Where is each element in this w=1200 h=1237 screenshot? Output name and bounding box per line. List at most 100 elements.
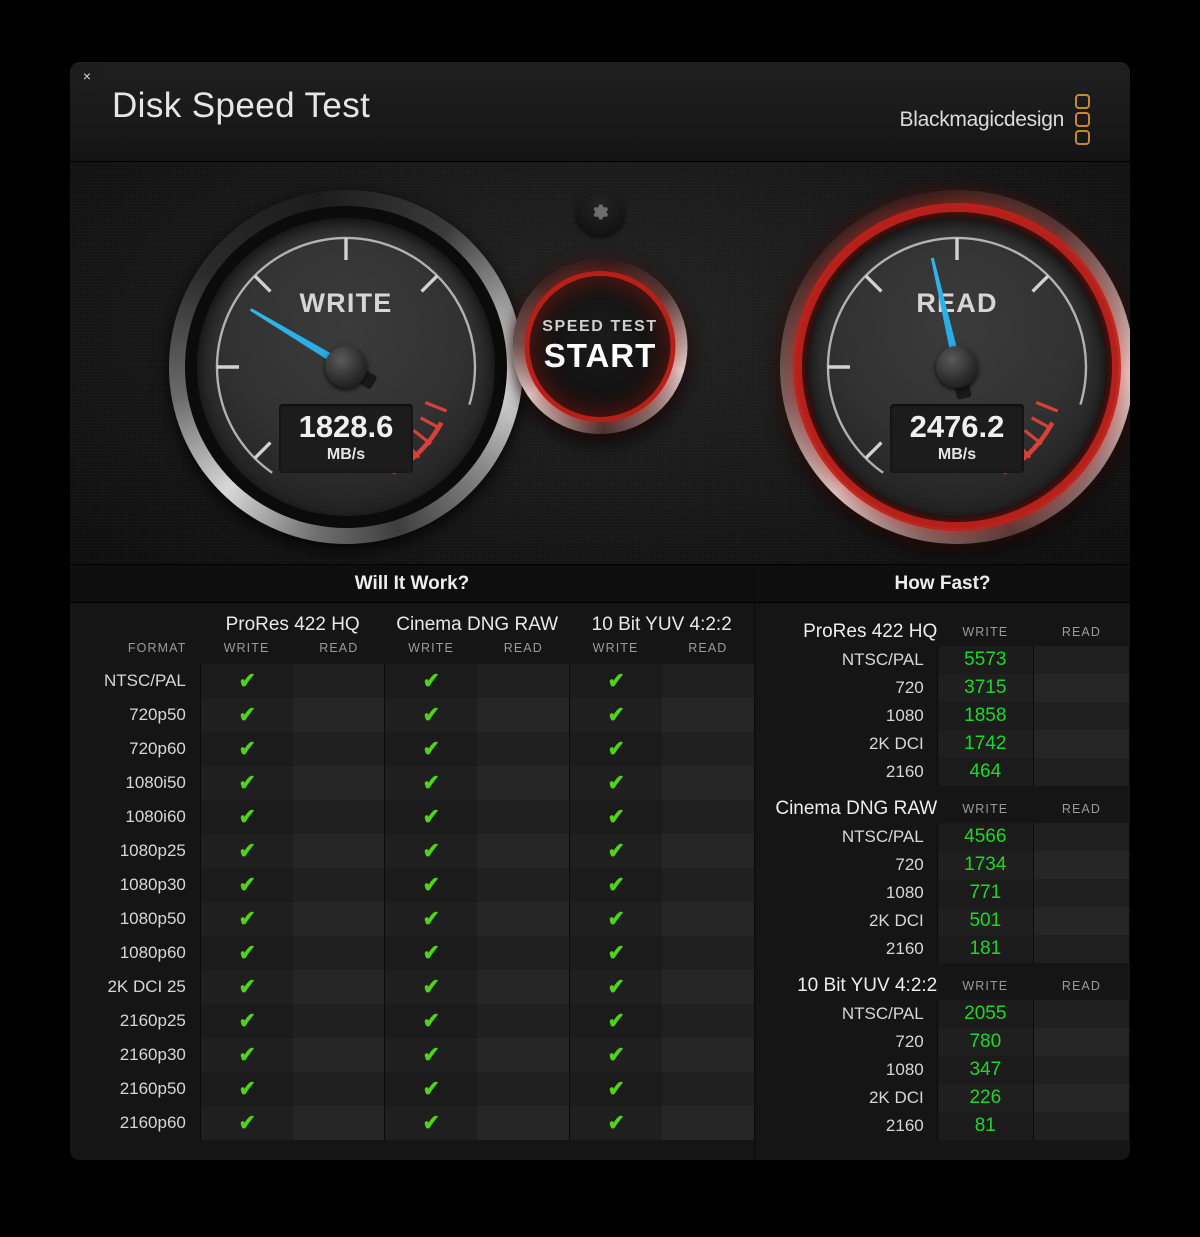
will-it-work-body: NTSC/PAL ✔ ✔ ✔ 720p50 ✔ ✔ ✔ 720p60 ✔ ✔ ✔ 1080i50 ✔ ✔ ✔ 1… xyxy=(70,664,754,1140)
write-fps-value: 5573 xyxy=(936,646,1034,674)
format-label: 1080i60 xyxy=(125,807,186,826)
write-support-cell: ✔ xyxy=(384,936,478,970)
table-row: 2160p60 ✔ ✔ ✔ xyxy=(70,1106,754,1140)
settings-button[interactable] xyxy=(576,188,624,236)
read-support-cell xyxy=(477,868,570,902)
write-support-cell: ✔ xyxy=(568,936,662,970)
format-label: 2160p25 xyxy=(119,1011,186,1030)
write-support-cell: ✔ xyxy=(384,1004,478,1038)
subheader-row: FORMAT WRITE READ WRITE READ WRITE READ xyxy=(70,637,754,664)
start-button-ring: SPEED TEST START xyxy=(524,271,676,422)
check-icon: ✔ xyxy=(607,837,625,863)
blackmagic-mark-icon xyxy=(1075,94,1090,145)
write-support-cell: ✔ xyxy=(568,800,662,834)
write-support-cell: ✔ xyxy=(384,970,478,1004)
read-needle-hub xyxy=(936,346,978,388)
write-support-cell: ✔ xyxy=(384,868,478,902)
write-support-cell: ✔ xyxy=(568,834,662,868)
check-icon: ✔ xyxy=(422,871,440,897)
check-icon: ✔ xyxy=(238,769,256,795)
table-row: 2160p25 ✔ ✔ ✔ xyxy=(70,1004,754,1038)
start-button-caption: SPEED TEST xyxy=(542,318,658,335)
read-support-cell xyxy=(661,664,754,698)
check-icon: ✔ xyxy=(422,973,440,999)
check-icon: ✔ xyxy=(238,905,256,931)
read-support-cell xyxy=(661,1106,754,1140)
write-fps-value: 771 xyxy=(936,879,1034,907)
check-icon: ✔ xyxy=(238,871,256,897)
group-write-header: WRITE xyxy=(962,802,1009,816)
gauge-deck: WRITE 1828.6 MB/s SPEED TEST START READ … xyxy=(70,162,1130,565)
table-row: 2160 464 xyxy=(755,758,1130,786)
check-icon: ✔ xyxy=(607,871,625,897)
will-it-work-panel: Will It Work? ProRes 422 HQ Cinema DNG R… xyxy=(70,565,754,1159)
group-read-header: READ xyxy=(1061,979,1101,993)
write-support-cell: ✔ xyxy=(199,732,293,766)
write-fps-value: 4566 xyxy=(936,823,1034,851)
read-fps-value xyxy=(1032,758,1130,786)
write-support-cell: ✔ xyxy=(568,1106,662,1140)
table-row: 720 3715 xyxy=(755,674,1130,702)
read-fps-value xyxy=(1032,1112,1130,1140)
how-fast-body: ProRes 422 HQ WRITE READ NTSC/PAL 5573 720 371… xyxy=(755,609,1130,1140)
check-icon: ✔ xyxy=(422,837,440,863)
table-row: 2K DCI 226 xyxy=(755,1084,1130,1112)
write-gauge-label: WRITE xyxy=(299,288,393,318)
read-support-cell xyxy=(661,834,754,868)
check-icon: ✔ xyxy=(238,973,256,999)
table-row: 2K DCI 1742 xyxy=(755,730,1130,758)
format-column-header: FORMAT xyxy=(127,641,187,655)
write-support-cell: ✔ xyxy=(384,698,478,732)
write-support-cell: ✔ xyxy=(568,1072,662,1106)
write-fps-value: 1742 xyxy=(936,730,1034,758)
resolution-label: 1080 xyxy=(885,706,924,725)
gear-icon xyxy=(593,204,609,220)
write-fps-value: 2055 xyxy=(936,1000,1034,1028)
resolution-label: 2160 xyxy=(885,1116,924,1135)
close-window-button[interactable]: × xyxy=(72,62,102,90)
check-icon: ✔ xyxy=(238,667,256,693)
write-support-cell: ✔ xyxy=(384,834,478,868)
read-support-cell xyxy=(292,868,385,902)
read-support-cell xyxy=(292,732,385,766)
read-support-cell xyxy=(477,1106,570,1140)
read-fps-value xyxy=(1032,907,1130,935)
table-row: 720p60 ✔ ✔ ✔ xyxy=(70,732,754,766)
codec-group-header: 10 Bit YUV 4:2:2 WRITE READ xyxy=(755,963,1130,1000)
prores-read-header: READ xyxy=(319,641,359,655)
write-fps-value: 1734 xyxy=(936,851,1034,879)
check-icon: ✔ xyxy=(238,735,256,761)
speed-test-start-button[interactable]: SPEED TEST START xyxy=(512,259,688,434)
check-icon: ✔ xyxy=(422,905,440,931)
resolution-label: NTSC/PAL xyxy=(841,827,924,846)
spacer-cell xyxy=(70,605,200,637)
check-icon: ✔ xyxy=(238,837,256,863)
resolution-label: 2160 xyxy=(885,939,924,958)
codec-header-prores: ProRes 422 HQ xyxy=(225,614,360,635)
check-icon: ✔ xyxy=(422,667,440,693)
resolution-label: 720 xyxy=(895,1032,924,1051)
table-row: 2160 81 xyxy=(755,1112,1130,1140)
format-label: 1080p60 xyxy=(119,943,186,962)
codec-header-row: ProRes 422 HQ Cinema DNG RAW 10 Bit YUV … xyxy=(70,605,754,637)
prores-write-header: WRITE xyxy=(223,641,270,655)
write-support-cell: ✔ xyxy=(568,1038,662,1072)
check-icon: ✔ xyxy=(607,1007,625,1033)
write-support-cell: ✔ xyxy=(199,766,293,800)
write-fps-value: 226 xyxy=(936,1084,1034,1112)
read-support-cell xyxy=(477,698,570,732)
write-support-cell: ✔ xyxy=(568,902,662,936)
write-fps-value: 181 xyxy=(936,935,1034,963)
read-support-cell xyxy=(292,834,385,868)
read-fps-value xyxy=(1032,1028,1130,1056)
write-fps-value: 347 xyxy=(936,1056,1034,1084)
check-icon: ✔ xyxy=(607,939,625,965)
write-support-cell: ✔ xyxy=(199,1072,293,1106)
check-icon: ✔ xyxy=(607,905,625,931)
check-icon: ✔ xyxy=(238,701,256,727)
read-support-cell xyxy=(292,1072,385,1106)
read-support-cell xyxy=(292,1038,385,1072)
write-support-cell: ✔ xyxy=(568,698,662,732)
read-fps-value xyxy=(1032,646,1130,674)
read-support-cell xyxy=(292,970,385,1004)
